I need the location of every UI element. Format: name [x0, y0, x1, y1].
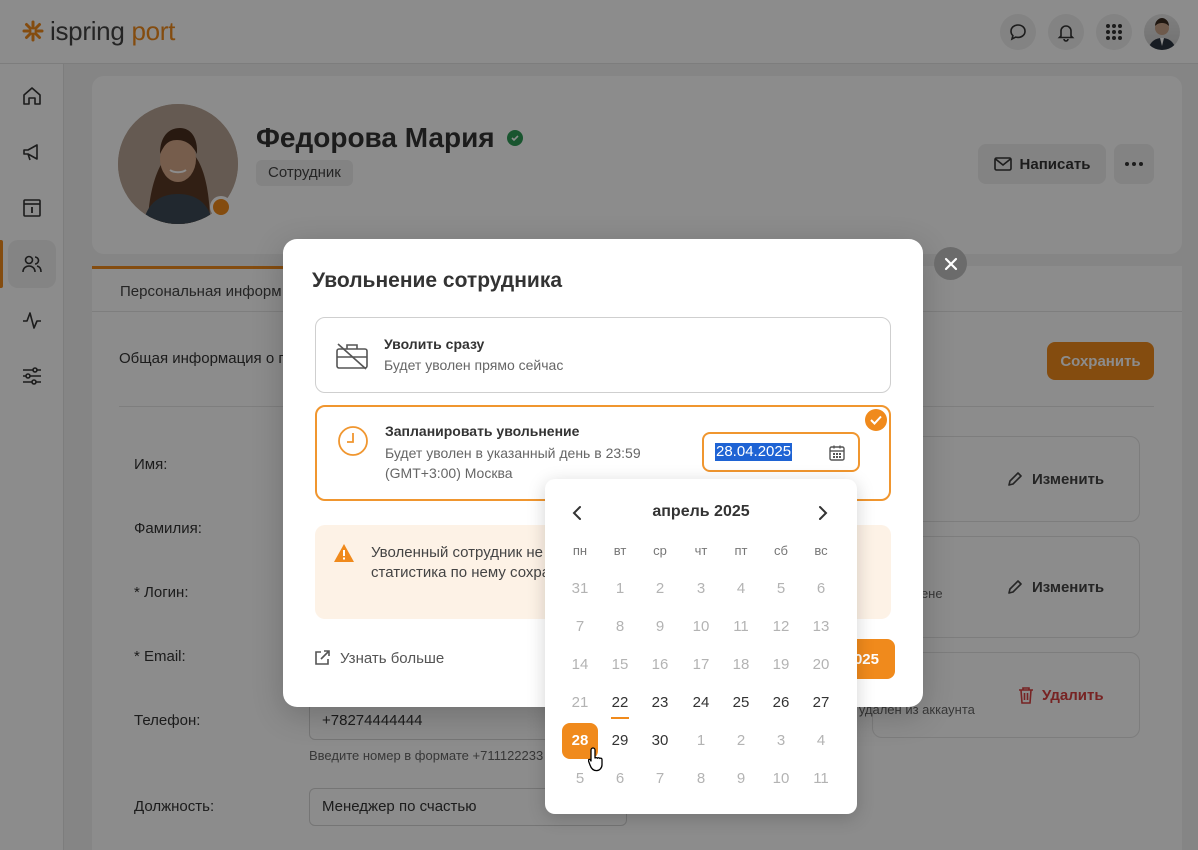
next-month-icon[interactable]	[813, 503, 833, 523]
calendar-day[interactable]: 9	[642, 609, 678, 645]
calendar-day[interactable]: 15	[602, 647, 638, 683]
weekday-label: вт	[613, 543, 627, 558]
calendar-day[interactable]: 26	[763, 685, 799, 721]
external-link-icon	[315, 650, 330, 665]
briefcase-off-icon	[334, 338, 370, 374]
calendar-month-title: апрель 2025	[652, 503, 750, 520]
calendar-day[interactable]: 6	[602, 761, 638, 797]
calendar-day[interactable]: 2	[642, 571, 678, 607]
calendar-day[interactable]: 8	[683, 761, 719, 797]
calendar-day[interactable]: 29	[602, 723, 638, 759]
calendar-day[interactable]: 16	[642, 647, 678, 683]
calendar-day[interactable]: 17	[683, 647, 719, 683]
calendar-day[interactable]: 13	[803, 609, 839, 645]
checkmark-icon	[865, 409, 887, 431]
calendar-day[interactable]: 1	[683, 723, 719, 759]
calendar-day[interactable]: 20	[803, 647, 839, 683]
option-title: Запланировать увольнение	[385, 423, 580, 439]
calendar-day[interactable]: 14	[562, 647, 598, 683]
clock-icon	[335, 423, 371, 459]
calendar-day[interactable]: 18	[723, 647, 759, 683]
calendar-day[interactable]: 3	[763, 723, 799, 759]
modal-title: Увольнение сотрудника	[312, 269, 563, 292]
option-desc: Будет уволен в указанный день в 23:59 (G…	[385, 445, 641, 481]
calendar-day[interactable]: 4	[803, 723, 839, 759]
calendar-day[interactable]: 11	[803, 761, 839, 797]
weekday-label: пн	[572, 543, 588, 558]
calendar-day[interactable]: 7	[562, 609, 598, 645]
calendar-day[interactable]: 21	[562, 685, 598, 721]
calendar-icon[interactable]	[828, 444, 846, 467]
calendar-day[interactable]: 1	[602, 571, 638, 607]
weekday-label: пт	[734, 543, 748, 558]
option-title: Уволить сразу	[384, 336, 485, 352]
weekday-label: ср	[653, 543, 667, 558]
app-background: ispring port Федорова Мария Сотрудник На…	[0, 0, 1198, 850]
date-value: 28.04.2025	[715, 443, 793, 461]
calendar-day[interactable]: 2	[723, 723, 759, 759]
calendar-day[interactable]: 11	[723, 609, 759, 645]
calendar-day[interactable]: 12	[763, 609, 799, 645]
calendar-day[interactable]: 8	[602, 609, 638, 645]
weekday-label: сб	[774, 543, 788, 558]
calendar-day[interactable]: 6	[803, 571, 839, 607]
calendar-day[interactable]: 24	[683, 685, 719, 721]
calendar-day[interactable]: 7	[642, 761, 678, 797]
calendar-day[interactable]: 23	[642, 685, 678, 721]
prev-month-icon[interactable]	[567, 503, 587, 523]
close-icon[interactable]	[934, 247, 967, 280]
calendar-day[interactable]: 3	[683, 571, 719, 607]
calendar-day[interactable]: 22	[602, 685, 638, 721]
calendar-day[interactable]: 5	[763, 571, 799, 607]
calendar-day[interactable]: 25	[723, 685, 759, 721]
weekday-label: чт	[694, 543, 708, 558]
calendar-day[interactable]: 31	[562, 571, 598, 607]
dismiss-now-option[interactable]: Уволить сразу Будет уволен прямо сейчас	[315, 317, 891, 393]
calendar-day[interactable]: 30	[642, 723, 678, 759]
calendar-day[interactable]: 19	[763, 647, 799, 683]
calendar-day[interactable]: 9	[723, 761, 759, 797]
dismiss-date-input[interactable]: 28.04.2025	[702, 432, 860, 472]
warning-icon	[333, 543, 355, 568]
weekday-label: вс	[814, 543, 828, 558]
calendar-day[interactable]: 10	[763, 761, 799, 797]
hand-cursor-icon	[587, 746, 606, 777]
calendar-day[interactable]: 10	[683, 609, 719, 645]
option-desc: Будет уволен прямо сейчас	[384, 357, 564, 373]
learn-more-link[interactable]: Узнать больше	[313, 649, 444, 667]
calendar-day[interactable]: 27	[803, 685, 839, 721]
calendar-day[interactable]: 4	[723, 571, 759, 607]
